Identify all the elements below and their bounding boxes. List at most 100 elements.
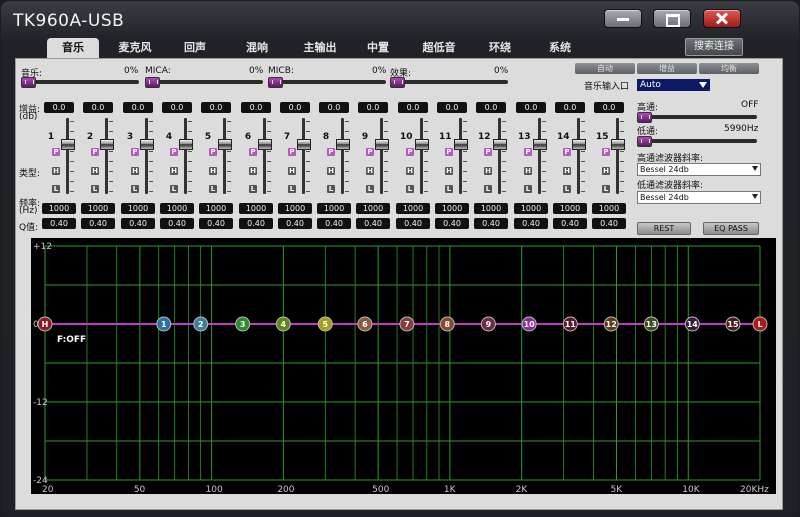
mix-effect-knob[interactable] [390, 77, 405, 88]
band-type-lowshelf-button[interactable]: L [209, 185, 217, 193]
band-gain-value[interactable]: 0.0 [555, 102, 585, 113]
eq-response-chart[interactable]: +120-12-2420 50 100 200 500 1K 2K 5K 10K 20KHzF:O… [31, 238, 776, 494]
band-gain-knob[interactable] [533, 139, 547, 150]
band-gain-knob[interactable] [336, 139, 350, 150]
band-type-lowshelf-button[interactable]: L [249, 185, 257, 193]
tab-main-output[interactable]: 主输出 [293, 38, 347, 58]
band-type-lowshelf-button[interactable]: L [524, 185, 532, 193]
band-q-value[interactable]: 0.40 [42, 218, 76, 229]
band-gain-slider[interactable] [341, 118, 344, 194]
band-gain-knob[interactable] [454, 139, 468, 150]
band-type-highshelf-button[interactable]: H [445, 167, 453, 175]
band-freq-value[interactable]: 1000 [474, 203, 508, 214]
band-q-value[interactable]: 0.40 [553, 218, 587, 229]
band-freq-value[interactable]: 1000 [553, 203, 587, 214]
band-q-value[interactable]: 0.40 [239, 218, 273, 229]
band-freq-value[interactable]: 1000 [199, 203, 233, 214]
band-type-highshelf-button[interactable]: H [524, 167, 532, 175]
band-type-highshelf-button[interactable]: H [131, 167, 139, 175]
band-type-highshelf-button[interactable]: H [602, 167, 610, 175]
band-q-value[interactable]: 0.40 [81, 218, 115, 229]
highpass-slope-select[interactable]: Bessel 24db [637, 163, 761, 176]
band-q-value[interactable]: 0.40 [435, 218, 469, 229]
band-gain-knob[interactable] [218, 139, 232, 150]
band-gain-slider[interactable] [223, 118, 226, 194]
band-gain-slider[interactable] [538, 118, 541, 194]
band-type-peak-button[interactable]: P [249, 148, 257, 156]
mode-auto-button[interactable]: 自动 [575, 63, 635, 74]
mix-micb-slider[interactable] [268, 80, 386, 84]
band-gain-value[interactable]: 0.0 [398, 102, 428, 113]
band-gain-value[interactable]: 0.0 [358, 102, 388, 113]
band-freq-value[interactable]: 1000 [396, 203, 430, 214]
band-q-value[interactable]: 0.40 [474, 218, 508, 229]
band-q-value[interactable]: 0.40 [396, 218, 430, 229]
band-type-lowshelf-button[interactable]: L [366, 185, 374, 193]
band-gain-value[interactable]: 0.0 [241, 102, 271, 113]
band-gain-slider[interactable] [577, 118, 580, 194]
band-type-lowshelf-button[interactable]: L [602, 185, 610, 193]
band-freq-value[interactable]: 1000 [317, 203, 351, 214]
band-type-peak-button[interactable]: P [445, 148, 453, 156]
mix-effect-slider[interactable] [390, 80, 508, 84]
band-freq-value[interactable]: 1000 [514, 203, 548, 214]
mix-music-slider[interactable] [21, 80, 139, 84]
band-type-highshelf-button[interactable]: H [170, 167, 178, 175]
band-type-highshelf-button[interactable]: H [563, 167, 571, 175]
band-gain-knob[interactable] [611, 139, 625, 150]
band-type-highshelf-button[interactable]: H [91, 167, 99, 175]
band-gain-value[interactable]: 0.0 [280, 102, 310, 113]
band-type-lowshelf-button[interactable]: L [327, 185, 335, 193]
band-type-lowshelf-button[interactable]: L [131, 185, 139, 193]
band-q-value[interactable]: 0.40 [514, 218, 548, 229]
band-gain-knob[interactable] [297, 139, 311, 150]
band-gain-value[interactable]: 0.0 [476, 102, 506, 113]
band-gain-value[interactable]: 0.0 [162, 102, 192, 113]
tab-music[interactable]: 音乐 [47, 38, 99, 58]
input-select[interactable]: Auto [637, 79, 710, 91]
band-gain-slider[interactable] [420, 118, 423, 194]
band-q-value[interactable]: 0.40 [278, 218, 312, 229]
band-q-value[interactable]: 0.40 [160, 218, 194, 229]
band-type-highshelf-button[interactable]: H [209, 167, 217, 175]
lowpass-knob[interactable] [637, 136, 652, 147]
band-type-lowshelf-button[interactable]: L [484, 185, 492, 193]
mix-mica-slider[interactable] [145, 80, 263, 84]
band-gain-knob[interactable] [100, 139, 114, 150]
band-freq-value[interactable]: 1000 [121, 203, 155, 214]
band-gain-value[interactable]: 0.0 [319, 102, 349, 113]
tab-center[interactable]: 中置 [356, 38, 400, 58]
band-freq-value[interactable]: 1000 [356, 203, 390, 214]
eq-pass-button[interactable]: EQ PASS [703, 222, 759, 235]
tab-microphone[interactable]: 麦克风 [106, 38, 164, 58]
eq-response-graph[interactable]: +12 0 -12 -24 20 50 100 200 500 1K 2K 5K 10K 20KHz F:O… [31, 238, 776, 494]
band-gain-value[interactable]: 0.0 [44, 102, 74, 113]
band-gain-knob[interactable] [572, 139, 586, 150]
tab-subwoofer[interactable]: 超低音 [411, 38, 467, 58]
band-type-peak-button[interactable]: P [484, 148, 492, 156]
band-gain-value[interactable]: 0.0 [201, 102, 231, 113]
band-gain-value[interactable]: 0.0 [516, 102, 546, 113]
band-type-highshelf-button[interactable]: H [406, 167, 414, 175]
close-button[interactable] [703, 9, 741, 28]
band-type-peak-button[interactable]: P [327, 148, 335, 156]
band-gain-slider[interactable] [380, 118, 383, 194]
band-type-peak-button[interactable]: P [563, 148, 571, 156]
band-gain-knob[interactable] [258, 139, 272, 150]
band-type-highshelf-button[interactable]: H [327, 167, 335, 175]
highpass-knob[interactable] [637, 112, 652, 123]
rest-button[interactable]: REST [637, 222, 691, 235]
band-type-highshelf-button[interactable]: H [288, 167, 296, 175]
band-type-peak-button[interactable]: P [52, 148, 60, 156]
tab-reverb[interactable]: 混响 [233, 38, 281, 58]
maximize-button[interactable] [653, 9, 691, 28]
band-gain-value[interactable]: 0.0 [437, 102, 467, 113]
band-q-value[interactable]: 0.40 [121, 218, 155, 229]
band-freq-value[interactable]: 1000 [592, 203, 626, 214]
band-gain-slider[interactable] [105, 118, 108, 194]
mode-eq-button[interactable]: 均衡 [699, 63, 759, 74]
band-gain-knob[interactable] [375, 139, 389, 150]
band-type-lowshelf-button[interactable]: L [563, 185, 571, 193]
minimize-button[interactable] [604, 9, 642, 28]
band-q-value[interactable]: 0.40 [317, 218, 351, 229]
